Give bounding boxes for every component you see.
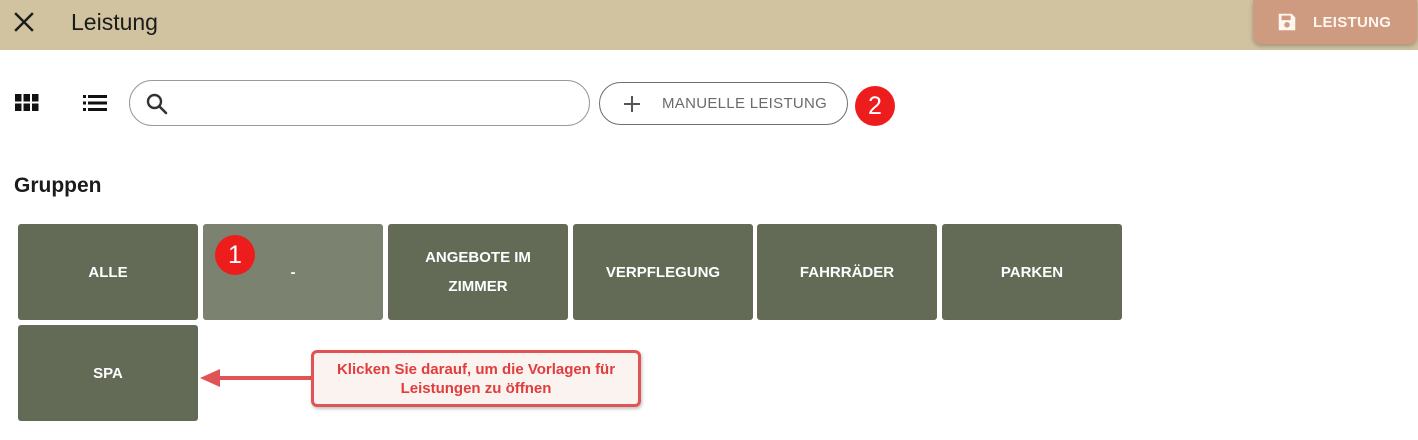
grid-view-button[interactable]	[13, 89, 41, 117]
callout-text: Klicken Sie darauf, um die Vorlagen für …	[336, 360, 616, 397]
groups-heading: Gruppen	[14, 174, 102, 197]
add-manual-leistung-button[interactable]: MANUELLE LEISTUNG	[599, 82, 848, 125]
save-leistung-button[interactable]: LEISTUNG	[1253, 0, 1417, 44]
page-title: Leistung	[71, 9, 158, 35]
step-badge-1: 1	[215, 235, 255, 275]
manual-button-label: MANUELLE LEISTUNG	[662, 95, 828, 112]
group-tile-label: ALLE	[88, 263, 128, 281]
annotation-callout: Klicken Sie darauf, um die Vorlagen für …	[311, 350, 641, 407]
grid-view-icon	[15, 94, 39, 111]
arrow-left-icon	[200, 369, 314, 387]
save-button-label: LEISTUNG	[1313, 13, 1392, 31]
group-tile-label: ANGEBOTE IM ZIMMER	[425, 249, 531, 295]
close-button[interactable]	[10, 8, 38, 36]
search-icon	[146, 93, 168, 115]
group-tile-verpflegung[interactable]: VERPFLEGUNG	[573, 224, 753, 320]
group-tile-label: SPA	[93, 364, 123, 382]
group-tile-angebote-im-zimmer[interactable]: ANGEBOTE IM ZIMMER	[388, 224, 568, 320]
group-tile-spa[interactable]: SPA	[18, 325, 198, 421]
plus-icon	[620, 92, 644, 116]
group-tile-label: -	[290, 263, 296, 281]
close-icon	[14, 12, 34, 32]
group-tile-label: VERPFLEGUNG	[605, 263, 721, 281]
group-tile-label: PARKEN	[1000, 263, 1064, 281]
step-badge-2: 2	[855, 86, 895, 126]
group-tile-alle[interactable]: ALLE	[18, 224, 198, 320]
group-tile-parken[interactable]: PARKEN	[942, 224, 1122, 320]
search-input[interactable]	[180, 89, 574, 119]
top-app-bar: Leistung LEISTUNG	[0, 0, 1418, 50]
save-icon	[1275, 10, 1299, 34]
group-tile-fahrraeder[interactable]: FAHRRÄDER	[757, 224, 937, 320]
search-field[interactable]	[129, 80, 590, 126]
list-view-button[interactable]	[81, 89, 109, 117]
group-tile-label: FAHRRÄDER	[799, 263, 895, 281]
list-view-icon	[83, 95, 107, 111]
